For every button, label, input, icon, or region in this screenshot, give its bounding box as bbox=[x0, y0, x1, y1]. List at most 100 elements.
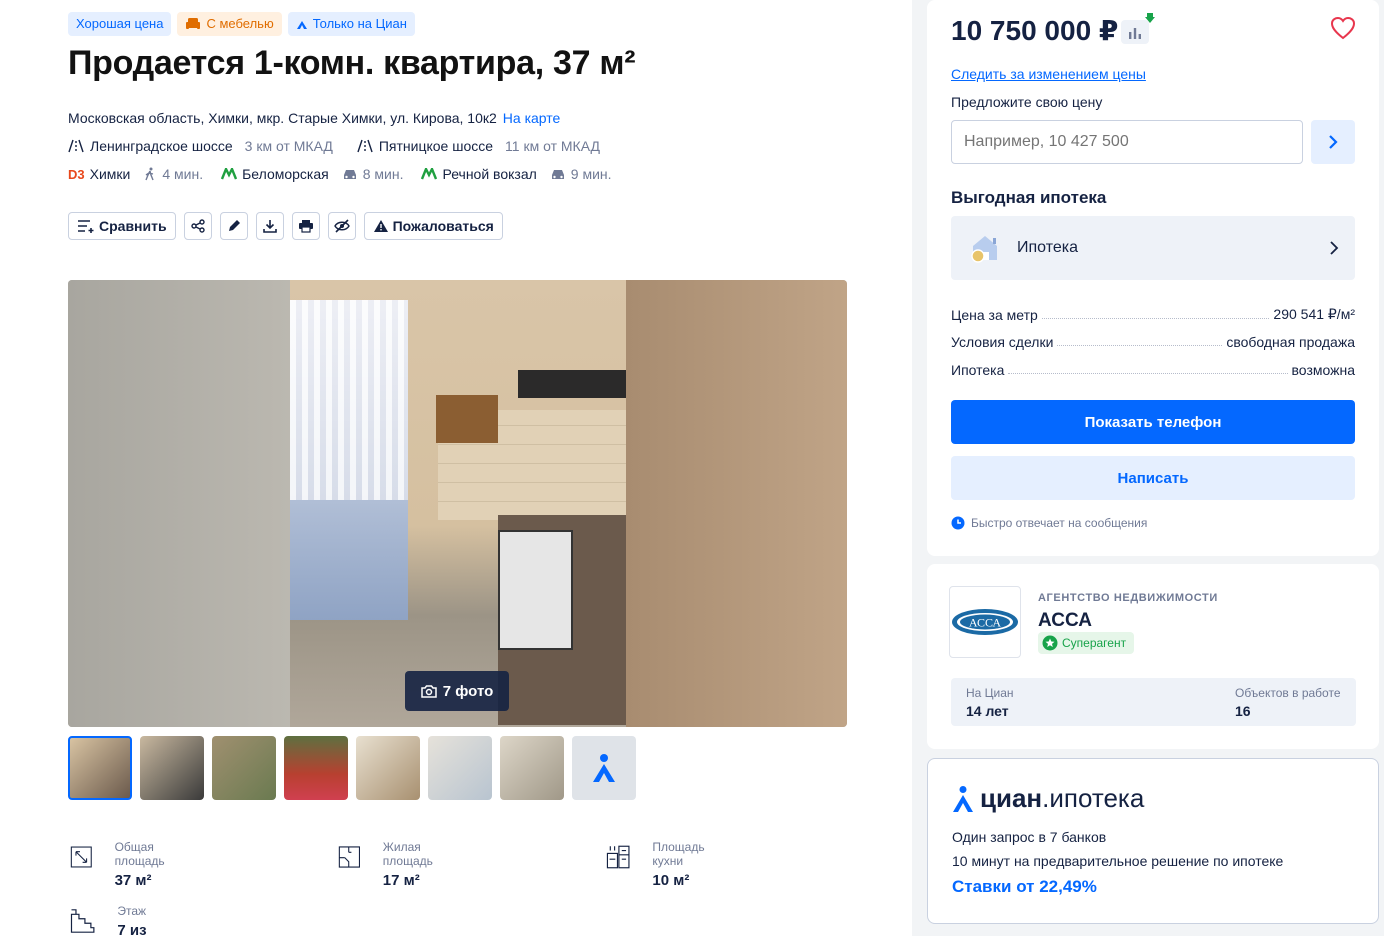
photo-count-button[interactable]: 7 фото bbox=[405, 671, 509, 711]
station-name: Химки bbox=[89, 166, 131, 182]
dotted-leader bbox=[1057, 345, 1223, 346]
agency-name[interactable]: АССА bbox=[1038, 610, 1092, 632]
eye-off-icon bbox=[333, 219, 350, 233]
station-item[interactable]: Беломорская 8 мин. bbox=[221, 166, 403, 182]
logo-text: АССА bbox=[969, 616, 1001, 630]
fact-value: 17 м² bbox=[382, 872, 420, 889]
station-name: Беломорская bbox=[242, 166, 329, 182]
share-icon bbox=[190, 219, 205, 233]
acca-logo-icon: АССА bbox=[952, 609, 1018, 635]
page-title: Продается 1-комн. квартира, 37 м² bbox=[68, 44, 636, 82]
map-thumbnail[interactable] bbox=[572, 736, 636, 800]
detail-row: Условия сделки свободная продажа bbox=[951, 334, 1355, 350]
badge-list: Хорошая цена С мебелью Только на Циан bbox=[68, 12, 415, 36]
cian-logo-icon bbox=[953, 785, 973, 812]
metro-m-icon bbox=[421, 168, 438, 180]
station-time: 8 мин. bbox=[362, 166, 404, 182]
stat-label: Объектов в работе bbox=[1235, 686, 1341, 700]
detail-key: Условия сделки bbox=[951, 334, 1054, 350]
stat-value: 16 bbox=[1235, 703, 1251, 719]
track-price-link[interactable]: Следить за изменением цены bbox=[951, 66, 1146, 82]
compare-button[interactable]: Сравнить bbox=[68, 212, 176, 240]
complain-button[interactable]: Пожаловаться bbox=[363, 212, 503, 240]
offer-price-input[interactable] bbox=[951, 120, 1303, 164]
fast-reply-text: Быстро отвечает на сообщения bbox=[971, 516, 1148, 530]
station-item[interactable]: D3 Химки 4 мин. bbox=[68, 166, 203, 182]
agency-logo[interactable]: АССА bbox=[949, 586, 1021, 658]
price-history-button[interactable] bbox=[1121, 13, 1155, 44]
thumbnail[interactable] bbox=[284, 736, 348, 800]
thumbnail[interactable] bbox=[140, 736, 204, 800]
offer-submit-button[interactable] bbox=[1311, 120, 1355, 164]
mortgage-title: Выгодная ипотека bbox=[951, 188, 1107, 207]
station-item[interactable]: Речной вокзал 9 мин. bbox=[421, 166, 612, 182]
detail-row: Ипотека возможна bbox=[951, 362, 1355, 378]
detail-row: Цена за метр 290 541 ₽/м² bbox=[951, 306, 1355, 323]
thumbnail[interactable] bbox=[68, 736, 132, 800]
logo-rest: .ипотека bbox=[1042, 783, 1145, 813]
fact-kitchen-area: Площадь кухни 10 м² bbox=[606, 840, 714, 889]
station-list: D3 Химки 4 мин. Беломорская 8 мин. Речно… bbox=[68, 166, 612, 182]
fact-value: 37 м² bbox=[114, 872, 152, 889]
chevron-right-icon bbox=[1330, 241, 1339, 255]
hide-button[interactable] bbox=[327, 212, 356, 240]
photo-blur-left bbox=[68, 280, 290, 727]
fact-value: 7 из 25 bbox=[117, 922, 147, 936]
fast-reply-note: Быстро отвечает на сообщения bbox=[951, 516, 1147, 530]
thumbnail[interactable] bbox=[500, 736, 564, 800]
metro-m-icon bbox=[221, 168, 238, 180]
agent-card: АССА АГЕНТСТВО НЕДВИЖИМОСТИ АССА Супераг… bbox=[927, 564, 1379, 749]
edit-button[interactable] bbox=[219, 212, 248, 240]
logo-bold: циан bbox=[980, 783, 1043, 813]
share-button[interactable] bbox=[183, 212, 212, 240]
listing-main: Хорошая цена С мебелью Только на Циан Пр… bbox=[0, 0, 912, 936]
highway-distance: 3 км от МКАД bbox=[244, 138, 333, 154]
complain-label: Пожаловаться bbox=[392, 218, 494, 234]
main-photo[interactable] bbox=[68, 280, 847, 727]
action-toolbar: Сравнить Пожаловаться bbox=[68, 212, 503, 240]
print-button[interactable] bbox=[291, 212, 320, 240]
clock-icon bbox=[951, 516, 965, 530]
warning-icon bbox=[373, 220, 388, 232]
chevron-right-icon bbox=[1329, 135, 1338, 149]
offer-label: Предложите свою цену bbox=[951, 94, 1103, 110]
photo-cabinet bbox=[436, 395, 498, 443]
camera-icon bbox=[420, 685, 437, 698]
dotted-leader bbox=[1008, 373, 1288, 374]
fact-label: Этаж bbox=[117, 904, 147, 918]
photo-blur-right bbox=[626, 280, 847, 727]
download-button[interactable] bbox=[255, 212, 284, 240]
highway-name: Ленинградское шоссе bbox=[90, 138, 233, 154]
badge-furniture: С мебелью bbox=[177, 12, 282, 36]
cian-ipoteka-logo: циан.ипотека bbox=[952, 783, 1144, 814]
area-icon bbox=[70, 846, 92, 868]
road-icon bbox=[68, 139, 84, 153]
cian-mortgage-promo[interactable]: циан.ипотека Один запрос в 7 банков 10 м… bbox=[927, 758, 1379, 924]
printer-icon bbox=[298, 220, 313, 233]
photo-stove bbox=[498, 530, 573, 650]
thumbnail[interactable] bbox=[212, 736, 276, 800]
armchair-icon bbox=[186, 18, 201, 29]
mortgage-row-label: Ипотека bbox=[1017, 239, 1079, 256]
write-message-button[interactable]: Написать bbox=[951, 456, 1355, 500]
mortgage-row[interactable]: Ипотека bbox=[951, 216, 1355, 280]
station-time: 4 мин. bbox=[162, 166, 204, 182]
car-icon bbox=[343, 169, 356, 179]
compare-label: Сравнить bbox=[99, 218, 167, 234]
detail-key: Ипотека bbox=[951, 362, 1005, 378]
map-link[interactable]: На карте bbox=[503, 110, 561, 126]
stat-value: 14 лет bbox=[966, 703, 1009, 719]
badge-good-price-label: Хорошая цена bbox=[76, 16, 164, 31]
favorite-button[interactable] bbox=[1330, 16, 1356, 45]
highway-name: Пятницкое шоссе bbox=[378, 138, 494, 154]
highway-distance: 11 км от МКАД bbox=[505, 138, 600, 154]
stat-years: На Циан 14 лет bbox=[966, 686, 1014, 719]
thumbnail[interactable] bbox=[428, 736, 492, 800]
download-icon bbox=[262, 220, 277, 233]
thumbnail[interactable] bbox=[356, 736, 420, 800]
address-text: Московская область, Химки, мкр. Старые Х… bbox=[68, 110, 497, 126]
show-phone-button[interactable]: Показать телефон bbox=[951, 400, 1355, 444]
arrow-down-icon bbox=[1145, 13, 1155, 23]
walk-icon bbox=[145, 167, 155, 181]
promo-rate-link[interactable]: Ставки от 22,49% bbox=[952, 877, 1097, 897]
